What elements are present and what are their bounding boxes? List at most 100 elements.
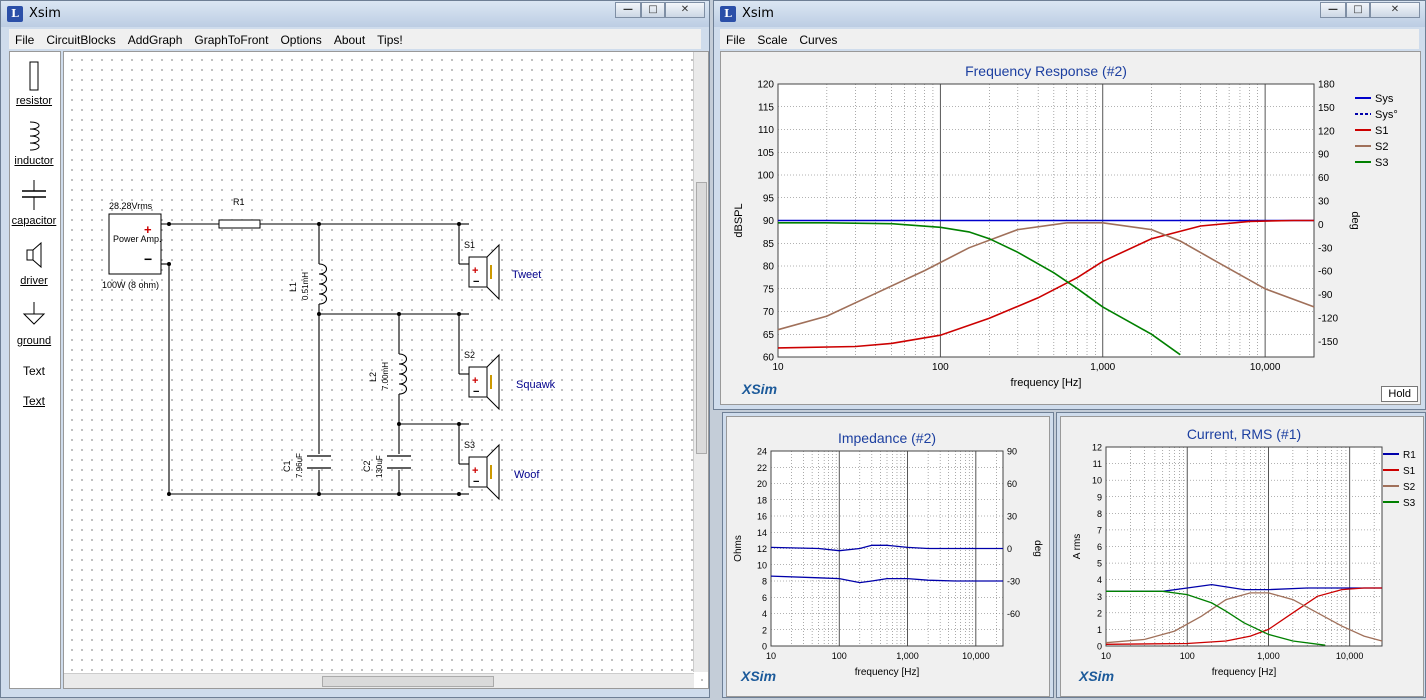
palette-ground-4[interactable]: ground <box>10 300 58 347</box>
graph-titlebar[interactable]: L Xsim — □ ✕ <box>714 1 1425 27</box>
palette-capacitor-2[interactable]: capacitor <box>10 180 58 227</box>
current-chart[interactable]: 012345678910111210 100 1,000 10,000Current,… <box>1061 417 1423 696</box>
driver-s2[interactable]: + − <box>468 353 500 411</box>
driver-s3-id: S3 <box>464 440 475 450</box>
horizontal-scrollbar[interactable] <box>64 673 694 688</box>
speaker-icon <box>10 240 58 275</box>
component-palette: resistor inductor capacitor driver ground Tex… <box>9 51 61 689</box>
x-tick-label: 1,000 <box>1090 362 1115 373</box>
r1-label: R1 <box>233 197 245 207</box>
frequency-response-chart[interactable]: 6065707580859095100105110115120 180150120… <box>721 52 1420 404</box>
graph-window-title: Xsim <box>742 6 774 21</box>
minimize-button[interactable]: — <box>615 2 641 18</box>
main-window-title: Xsim <box>29 6 61 21</box>
legend-label: S3 <box>1403 498 1416 509</box>
main-menu-about[interactable]: About <box>328 30 371 50</box>
driver-s2-id: S2 <box>464 350 475 360</box>
y-axis-label: A rms <box>1072 534 1083 560</box>
y-tick-label: 75 <box>763 284 775 295</box>
y-tick-label: 6 <box>1097 542 1102 552</box>
y2-tick-label: -60 <box>1318 267 1333 278</box>
y-tick-label: 4 <box>1097 575 1102 585</box>
y-tick-label: 8 <box>1097 509 1102 519</box>
palette-text-label: Text <box>22 364 45 378</box>
palette-resistor-0[interactable]: resistor <box>10 60 58 107</box>
y-tick-label: 105 <box>757 148 774 159</box>
y-tick-label: 100 <box>757 171 774 182</box>
main-menu-graphtofront[interactable]: GraphToFront <box>188 30 274 50</box>
l1-label: L1 <box>288 282 298 292</box>
maximize-button[interactable]: □ <box>641 2 665 18</box>
graph-maximize-button[interactable]: □ <box>1346 2 1370 18</box>
legend-label: Sys <box>1375 93 1394 105</box>
close-button[interactable]: ✕ <box>665 2 705 18</box>
y-tick-label: 16 <box>757 512 767 522</box>
c2-value: 130uF <box>375 455 384 478</box>
graph-menu-curves[interactable]: Curves <box>793 30 843 50</box>
power-amp-source[interactable]: + − <box>108 213 162 275</box>
graph-menu-scale[interactable]: Scale <box>751 30 793 50</box>
main-menu-tips[interactable]: Tips! <box>371 30 409 50</box>
legend-label: Sys° <box>1375 109 1398 121</box>
graph-minimize-button[interactable]: — <box>1320 2 1346 18</box>
y-tick-label: 0 <box>1097 642 1102 652</box>
xsim-watermark: XSim <box>1078 668 1114 684</box>
inductor-l1[interactable] <box>318 263 328 305</box>
main-titlebar[interactable]: L Xsim — □ ✕ <box>1 1 709 27</box>
y-tick-label: 65 <box>763 330 775 341</box>
palette-text-6[interactable]: Text <box>10 394 58 408</box>
y-tick-label: 85 <box>763 239 775 250</box>
y-axis-label: dBSPL <box>733 203 745 237</box>
vertical-scrollbar[interactable] <box>693 52 708 672</box>
y-tick-label: 18 <box>757 495 767 505</box>
y2-axis-label: deg <box>1032 540 1043 557</box>
driver-s1[interactable]: + − <box>468 243 500 301</box>
y2-tick-label: 60 <box>1007 479 1017 489</box>
y-tick-label: 12 <box>1092 443 1102 453</box>
y-tick-label: 20 <box>757 479 767 489</box>
y-tick-label: 10 <box>1092 476 1102 486</box>
resistor-r1[interactable] <box>218 219 261 229</box>
main-menu-circuitblocks[interactable]: CircuitBlocks <box>40 30 121 50</box>
horizontal-scroll-thumb[interactable] <box>322 676 494 687</box>
palette-label: resistor <box>15 95 53 107</box>
capacitor-c1[interactable] <box>307 455 331 469</box>
y2-tick-label: 90 <box>1007 447 1017 457</box>
y2-tick-label: -30 <box>1007 577 1020 587</box>
y-tick-label: 1 <box>1097 625 1102 635</box>
palette-driver-3[interactable]: driver <box>10 240 58 287</box>
y2-tick-label: 150 <box>1318 103 1335 114</box>
main-menu-addgraph[interactable]: AddGraph <box>122 30 189 50</box>
vertical-scroll-thumb[interactable] <box>696 182 707 454</box>
source-name-label: Power Amp. <box>113 234 162 244</box>
svg-text:−: − <box>144 251 152 267</box>
l2-value: 7.00mH <box>381 362 390 390</box>
y2-tick-label: -30 <box>1318 243 1333 254</box>
graph-menu-file[interactable]: File <box>720 30 751 50</box>
palette-inductor-1[interactable]: inductor <box>10 120 58 167</box>
xsim-main-window: L Xsim — □ ✕ File CircuitBlocks AddGraph Gr… <box>0 0 710 698</box>
y-tick-label: 90 <box>763 216 775 227</box>
x-tick-label: 10,000 <box>962 651 990 661</box>
main-menubar: File CircuitBlocks AddGraph GraphToFront Opt… <box>9 29 701 49</box>
graph-close-button[interactable]: ✕ <box>1370 2 1420 18</box>
main-menu-file[interactable]: File <box>9 30 40 50</box>
y2-tick-label: 120 <box>1318 126 1335 137</box>
schematic-svg: + − 28.28Vrms Power Amp. 100W (8 ohm) R1… <box>102 197 556 501</box>
y2-tick-label: -120 <box>1318 314 1338 325</box>
ground-icon <box>10 300 58 335</box>
xsim-app-icon: L <box>7 6 23 22</box>
driver-s3[interactable]: + − <box>468 443 500 501</box>
driver-s1-id: S1 <box>464 240 475 250</box>
palette-text-5[interactable]: Text <box>10 364 58 378</box>
schematic-canvas[interactable]: + − 28.28Vrms Power Amp. 100W (8 ohm) R1… <box>63 51 709 689</box>
driver-s2-name: Squawk <box>516 379 556 391</box>
driver-s3-name: Woof <box>514 469 540 481</box>
main-menu-options[interactable]: Options <box>274 30 327 50</box>
inductor-l2[interactable] <box>398 353 408 395</box>
y2-tick-label: 30 <box>1318 197 1330 208</box>
y-tick-label: 6 <box>762 593 767 603</box>
impedance-chart[interactable]: 024681012141618202224 9060300-30-6010 100 1… <box>727 417 1049 696</box>
hold-button[interactable]: Hold <box>1381 386 1418 402</box>
capacitor-c2[interactable] <box>387 455 411 469</box>
